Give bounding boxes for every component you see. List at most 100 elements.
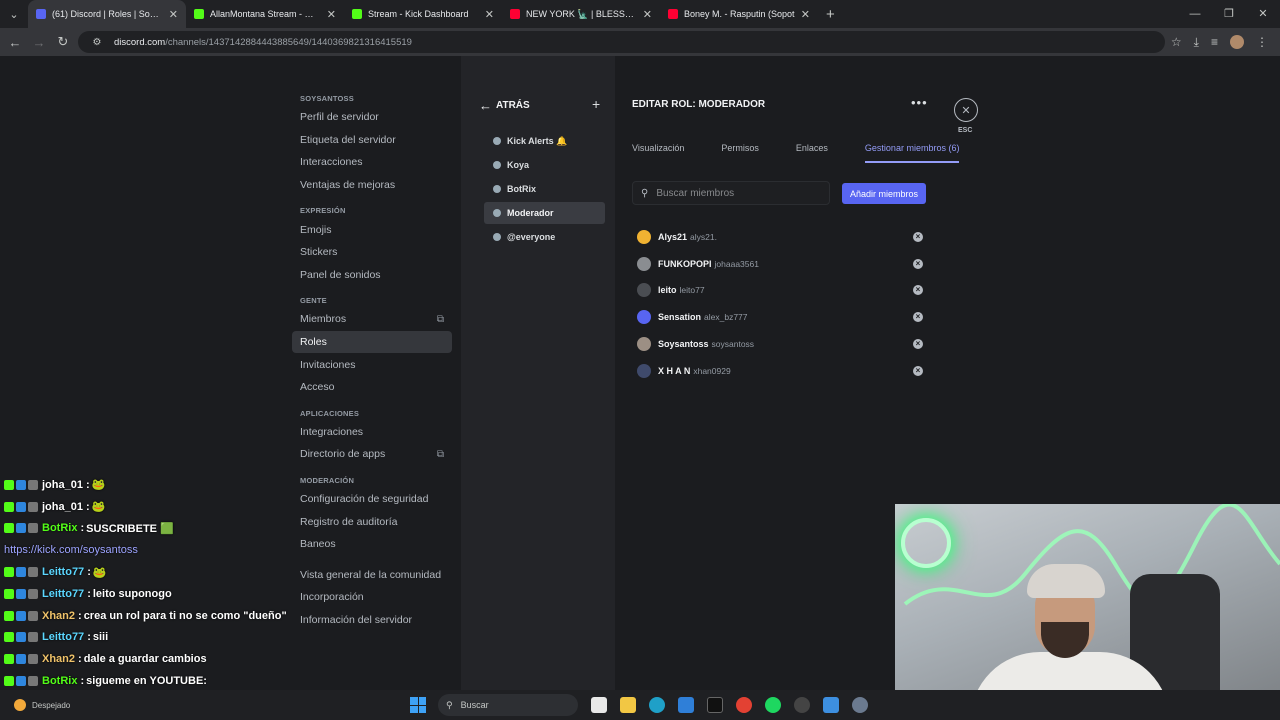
chat-link[interactable]: https://kick.com/soysantoss: [0, 539, 138, 561]
bookmark-star-icon[interactable]: ☆: [1171, 35, 1182, 49]
sidebar-item[interactable]: Incorporación: [292, 586, 452, 609]
browser-tab[interactable]: AllanMontana Stream - Watch ✕: [186, 0, 344, 28]
editor-tab[interactable]: Gestionar miembros (6): [864, 143, 960, 163]
sidebar-item[interactable]: Invitaciones: [292, 353, 452, 376]
edge-icon[interactable]: [648, 697, 665, 713]
sidebar-item[interactable]: Stickers: [292, 241, 452, 264]
sidebar-item[interactable]: Baneos: [292, 533, 452, 556]
sidebar-item-label: Información del servidor: [300, 613, 413, 626]
reload-icon[interactable]: ↻: [54, 34, 72, 50]
app-y-icon[interactable]: [706, 697, 723, 713]
site-info-icon[interactable]: ⚙: [88, 37, 106, 48]
sidebar-item[interactable]: Etiqueta del servidor: [292, 129, 452, 152]
role-color-dot: [493, 233, 501, 241]
sidebar-item-label: Incorporación: [300, 591, 364, 604]
add-members-button[interactable]: Añadir miembros: [842, 183, 926, 204]
member-avatar: [637, 283, 651, 298]
sidebar-item[interactable]: Miembros ⧉: [292, 308, 452, 331]
remove-member-icon[interactable]: ×: [913, 312, 923, 323]
chat-badges: [4, 610, 38, 621]
sidebar-item[interactable]: Directorio de apps ⧉: [292, 443, 452, 466]
back-button[interactable]: ← ATRÁS: [479, 98, 530, 113]
spotify-icon[interactable]: [764, 697, 781, 713]
member-search-field[interactable]: ⚲ Buscar miembros: [632, 181, 830, 205]
sidebar-item[interactable]: Configuración de seguridad: [292, 488, 452, 511]
tab-close-icon[interactable]: ✕: [169, 8, 178, 21]
member-username: alys21.: [690, 232, 717, 242]
sidebar-item[interactable]: Registro de auditoría: [292, 510, 452, 533]
browser-tab[interactable]: (61) Discord | Roles | Soysantos ✕: [28, 0, 186, 28]
tab-favicon-icon: [194, 9, 204, 19]
sidebar-item[interactable]: Interacciones: [292, 151, 452, 174]
add-role-plus-icon[interactable]: +: [592, 96, 600, 112]
browser-tab[interactable]: NEW YORK 🗽 | BLESSD ( TRIN ✕: [502, 0, 660, 28]
remove-member-icon[interactable]: ×: [913, 285, 923, 296]
photos-icon[interactable]: [822, 697, 839, 713]
member-avatar: [637, 363, 651, 378]
download-icon[interactable]: ⤓: [1194, 35, 1199, 50]
windows-start-icon[interactable]: [410, 697, 426, 713]
weather-widget[interactable]: Despejado: [0, 699, 410, 711]
url-field[interactable]: ⚙ discord.com/channels/14371428844438856…: [78, 31, 1165, 53]
sidebar-item[interactable]: Perfil de servidor: [292, 106, 452, 129]
tab-close-icon[interactable]: ✕: [801, 8, 810, 21]
store-icon[interactable]: [677, 697, 694, 713]
remove-member-icon[interactable]: ×: [913, 232, 923, 242]
remove-member-icon[interactable]: ×: [913, 258, 923, 269]
member-username: alex_bz777: [704, 312, 748, 323]
chat-badges: [4, 479, 38, 490]
role-name: @everyone: [507, 232, 556, 242]
task-view-icon[interactable]: [590, 697, 607, 713]
member-row: Alys21 alys21. ×: [637, 226, 923, 248]
tab-close-icon[interactable]: ✕: [327, 8, 336, 21]
sidebar-item[interactable]: Emojis: [292, 218, 452, 241]
sidebar-item[interactable]: Panel de sonidos: [292, 264, 452, 287]
chrome-icon[interactable]: [735, 697, 752, 713]
new-tab-button[interactable]: +: [818, 6, 843, 23]
browser-tab[interactable]: Stream - Kick Dashboard ✕: [344, 0, 502, 28]
editor-tab[interactable]: Enlaces: [796, 143, 828, 163]
more-options-icon[interactable]: •••: [911, 95, 928, 110]
sidebar-item[interactable]: Información del servidor: [292, 609, 452, 632]
maximize-icon[interactable]: ❐: [1212, 0, 1246, 28]
settings-gear-icon[interactable]: [851, 697, 868, 713]
search-icon: ⚲: [446, 699, 453, 710]
chat-message: joha_01: 🐸: [0, 474, 290, 496]
sidebar-item[interactable]: Acceso: [292, 376, 452, 399]
browser-menu-icon[interactable]: ⋮: [1256, 35, 1268, 49]
sidebar-item[interactable]: Roles: [292, 330, 452, 354]
sidebar-item[interactable]: Ventajas de mejoras: [292, 174, 452, 197]
tab-close-icon[interactable]: ✕: [485, 8, 494, 21]
editor-tab[interactable]: Permisos: [721, 143, 759, 163]
tab-close-icon[interactable]: ✕: [643, 8, 652, 21]
remove-member-icon[interactable]: ×: [913, 365, 923, 376]
chat-badge-icon: [16, 567, 26, 578]
sidebar-item[interactable]: Integraciones: [292, 421, 452, 444]
role-item[interactable]: BotRix: [484, 178, 605, 200]
back-icon[interactable]: ←: [6, 35, 24, 50]
sidebar-item-label: Miembros: [300, 313, 347, 326]
editor-tab[interactable]: Visualización: [632, 143, 684, 163]
sidebar-item[interactable]: Vista general de la comunidad: [292, 564, 452, 587]
browser-tab[interactable]: Boney M. - Rasputin (Sopot ✕: [660, 0, 818, 28]
profile-avatar[interactable]: [1230, 35, 1244, 49]
role-item[interactable]: Moderador: [484, 202, 605, 224]
obs-icon[interactable]: [793, 697, 810, 713]
chat-text: siii: [92, 631, 109, 644]
remove-member-icon[interactable]: ×: [913, 338, 923, 349]
forward-icon[interactable]: →: [30, 35, 48, 50]
taskbar-search-field[interactable]: ⚲ Buscar: [438, 694, 578, 716]
minimize-icon[interactable]: —: [1178, 0, 1212, 28]
close-window-icon[interactable]: ✕: [1246, 0, 1280, 28]
chat-link-line: https://kick.com/soysantoss: [0, 539, 290, 561]
role-item[interactable]: Koya: [484, 154, 605, 176]
reading-list-icon[interactable]: ≡: [1211, 35, 1218, 49]
role-item[interactable]: @everyone: [484, 226, 605, 248]
tab-search-icon[interactable]: ⌄: [0, 0, 28, 28]
role-name: Moderador: [507, 208, 554, 218]
chat-message: BotRix: SUSCRIBETE 🟩: [0, 518, 290, 540]
file-explorer-icon[interactable]: [619, 697, 636, 713]
role-item[interactable]: Kick Alerts 🔔: [484, 130, 605, 152]
close-settings-button[interactable]: ✕: [954, 98, 978, 122]
